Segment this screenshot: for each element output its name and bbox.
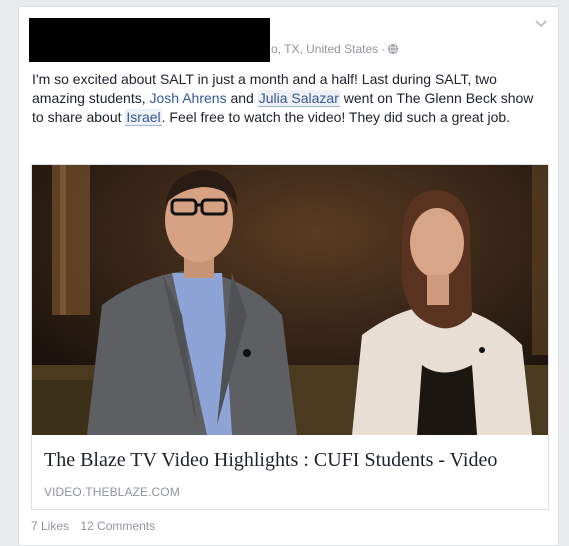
post-text: I'm so excited about SALT in just a mont…	[32, 70, 542, 127]
link-preview[interactable]: The Blaze TV Video Highlights : CUFI Stu…	[31, 164, 549, 510]
link-domain: VIDEO.THEBLAZE.COM	[44, 485, 180, 499]
mention-josh-ahrens[interactable]: Josh Ahrens	[150, 90, 227, 106]
post-location[interactable]: o, TX, United States	[271, 42, 378, 56]
chevron-down-icon[interactable]	[534, 19, 548, 29]
globe-icon[interactable]	[388, 44, 399, 54]
likes-count[interactable]: 7 Likes	[31, 519, 69, 533]
post-text-part: and	[226, 90, 258, 106]
link-title[interactable]: The Blaze TV Video Highlights : CUFI Stu…	[44, 449, 534, 472]
post-card: o, TX, United States · I'm so excited abo…	[18, 6, 559, 546]
post-footer: 7 Likes 12 Comments	[31, 519, 163, 533]
post-meta: o, TX, United States ·	[271, 42, 399, 56]
meta-separator: ·	[381, 42, 386, 56]
post-text-part: . Feel free to watch the video! They did…	[161, 109, 511, 125]
mention-israel[interactable]: Israel	[125, 109, 162, 126]
redacted-author-name	[29, 18, 270, 62]
video-thumbnail[interactable]	[32, 165, 548, 435]
mention-julia-salazar[interactable]: Julia Salazar	[257, 90, 340, 107]
comments-count[interactable]: 12 Comments	[80, 519, 155, 533]
